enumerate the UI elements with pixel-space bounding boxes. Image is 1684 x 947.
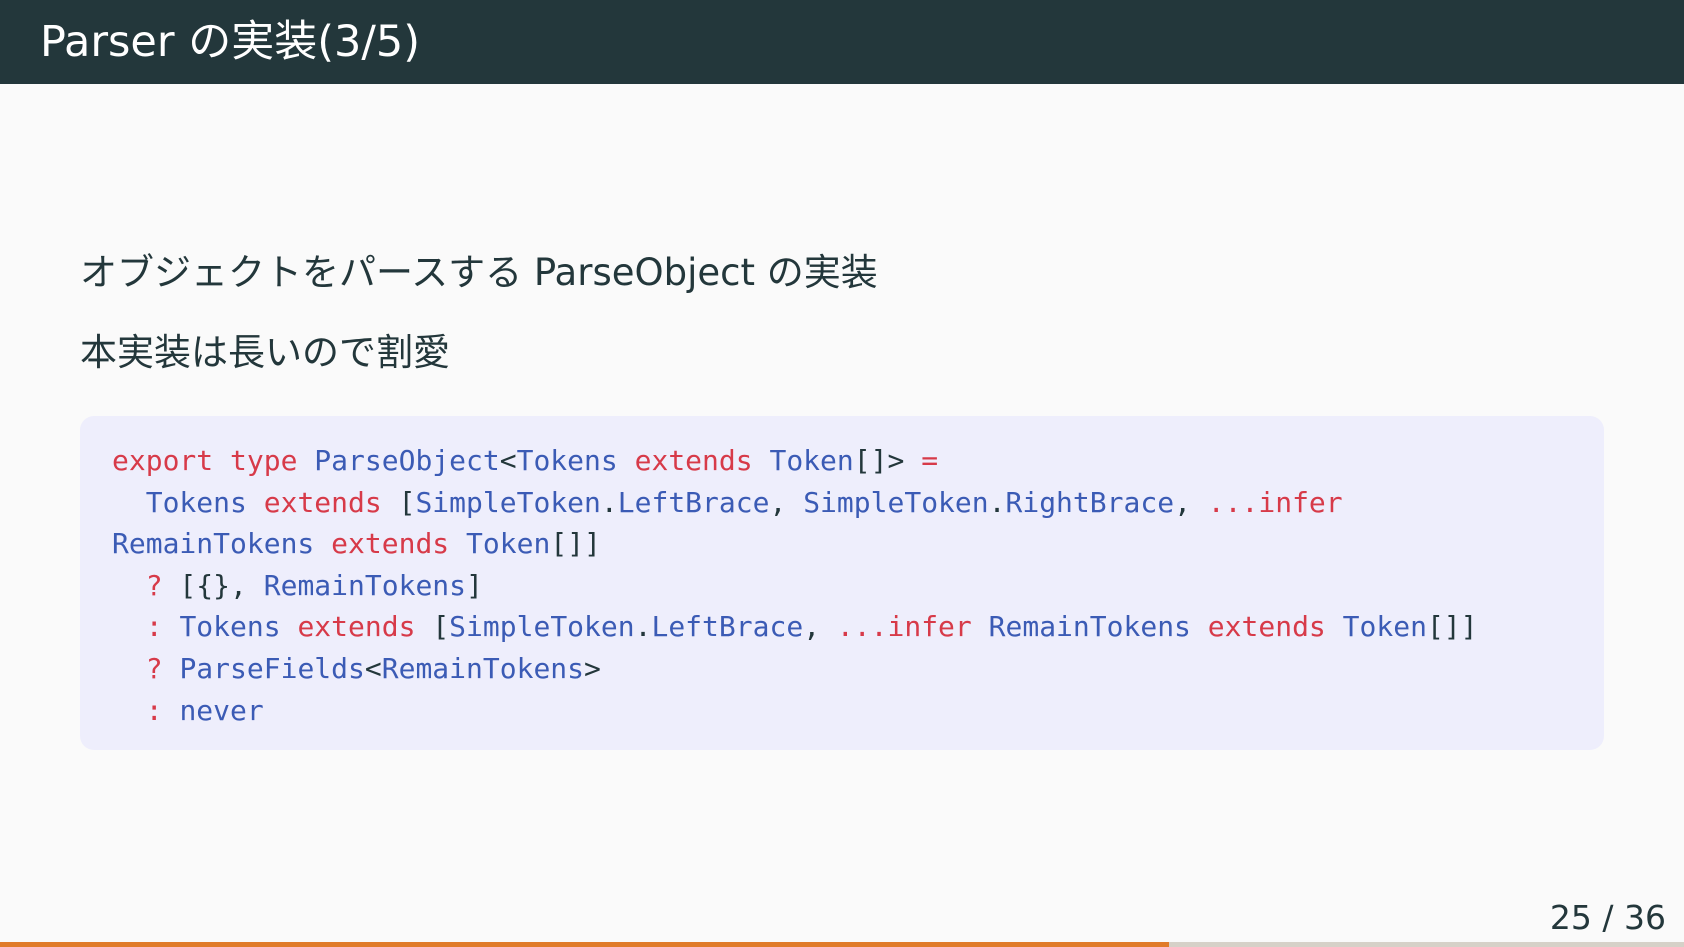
code-token: ]	[466, 568, 483, 602]
code-token: export type	[112, 444, 315, 477]
code-token: []]	[550, 527, 601, 561]
code-token: SimpleToken	[415, 485, 601, 519]
code-content: export type ParseObject<Tokens extends T…	[112, 440, 1572, 731]
code-token: .	[988, 485, 1006, 519]
code-line: : Tokens extends [SimpleToken.LeftBrace,…	[112, 606, 1572, 648]
code-token: SimpleToken	[803, 485, 989, 519]
code-token: ...infer	[836, 610, 972, 644]
code-token: Tokens	[179, 610, 281, 644]
code-line: Tokens extends [SimpleToken.LeftBrace, S…	[112, 482, 1572, 524]
code-token: ?	[145, 568, 163, 602]
code-block: export type ParseObject<Tokens extends T…	[80, 416, 1604, 750]
code-token: ,	[803, 610, 837, 644]
code-token: []>	[853, 444, 922, 477]
code-token: RemainTokens	[988, 610, 1191, 644]
code-token: Tokens	[145, 485, 247, 519]
code-line: export type ParseObject<Tokens extends T…	[112, 440, 1572, 482]
code-token: extends	[314, 527, 467, 561]
code-token: RemainTokens	[112, 527, 315, 561]
code-token: <	[364, 651, 382, 685]
progress-bar	[0, 942, 1684, 947]
code-token: extends	[617, 444, 770, 477]
code-line: : never	[112, 690, 1572, 732]
code-token: ?	[145, 651, 163, 685]
code-token: >	[584, 651, 601, 685]
code-token: LeftBrace	[617, 485, 770, 519]
code-token: ,	[1174, 485, 1208, 519]
code-token: :	[145, 693, 163, 727]
code-token: <	[499, 444, 517, 477]
code-token: [	[432, 610, 450, 644]
code-line: RemainTokens extends Token[]]	[112, 523, 1572, 565]
paragraph-parse-object: オブジェクトをパースする ParseObject の実装	[80, 251, 878, 294]
code-token: Token	[769, 444, 854, 477]
code-token: Token	[466, 527, 551, 561]
code-token: .	[600, 485, 618, 519]
code-token: RemainTokens	[263, 568, 467, 602]
code-token: [{},	[162, 568, 264, 602]
code-token: RightBrace	[1005, 485, 1175, 519]
code-token: ...infer	[1207, 485, 1343, 519]
code-token: extends	[280, 610, 433, 644]
slide: Parser の実装(3/5) オブジェクトをパースする ParseObject…	[0, 0, 1684, 947]
code-token: =	[921, 444, 939, 477]
code-token: :	[145, 610, 163, 644]
code-token: never	[179, 693, 264, 727]
code-token: ,	[769, 485, 804, 519]
code-token: RemainTokens	[381, 651, 585, 685]
code-token: Token	[1342, 610, 1427, 644]
code-token: ParseFields	[179, 651, 365, 685]
progress-bar-fill	[0, 942, 1170, 947]
code-token: [	[398, 485, 416, 519]
code-token: extends	[1190, 610, 1343, 644]
slide-title: Parser の実装(3/5)	[40, 17, 420, 67]
code-token: ParseObject	[314, 444, 500, 477]
code-token: SimpleToken	[449, 610, 635, 644]
code-line: ? [{}, RemainTokens]	[112, 565, 1572, 607]
code-token: .	[634, 610, 652, 644]
code-line: ? ParseFields<RemainTokens>	[112, 648, 1572, 690]
code-token: LeftBrace	[651, 610, 804, 644]
code-token: []]	[1426, 610, 1478, 644]
code-token: extends	[246, 485, 399, 519]
page-number: 25 / 36	[1549, 898, 1666, 937]
title-bar: Parser の実装(3/5)	[0, 0, 1684, 84]
code-token: Tokens	[516, 444, 618, 477]
paragraph-omitted-note: 本実装は長いので割愛	[80, 331, 450, 374]
